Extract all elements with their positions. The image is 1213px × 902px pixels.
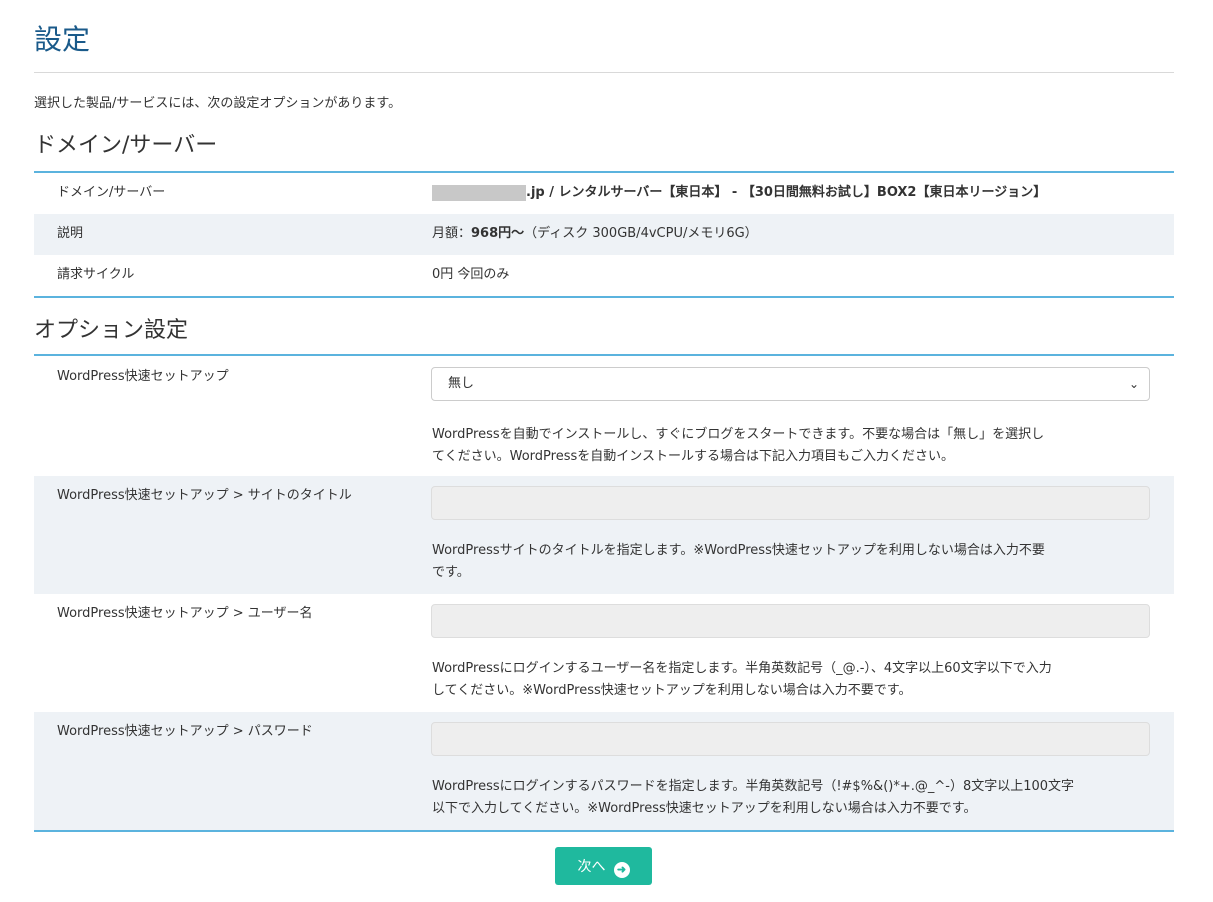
wp-password-row: WordPress快速セットアップ > パスワード WordPressにログイン… (34, 712, 1174, 830)
description-spec: （ディスク 300GB/4vCPU/メモリ6G） (524, 226, 758, 241)
wp-site-title-input[interactable] (431, 486, 1150, 520)
domain-section-heading: ドメイン/サーバー (34, 133, 218, 158)
wp-password-label: WordPress快速セットアップ > パスワード (57, 724, 313, 739)
wp-site-title-help-line1: WordPressサイトのタイトルを指定します。※WordPress快速セットア… (432, 543, 1045, 558)
arrow-circle-right-icon: ➜ (613, 862, 630, 878)
wp-setup-select[interactable]: 無し ⌄ (431, 367, 1150, 401)
wp-setup-help-line2: てください。WordPressを自動インストールする場合は下記入力項目もご入力く… (432, 449, 954, 464)
wp-site-title-help: WordPressサイトのタイトルを指定します。※WordPress快速セットア… (432, 540, 1152, 584)
wp-username-help-line1: WordPressにログインするユーザー名を指定します。半角英数記号（_@.-）… (432, 661, 1052, 676)
wp-username-label: WordPress快速セットアップ > ユーザー名 (57, 606, 313, 621)
wp-site-title-label: WordPress快速セットアップ > サイトのタイトル (57, 488, 352, 503)
wp-password-help-line1: WordPressにログインするパスワードを指定します。半角英数記号（!#$%&… (432, 779, 1075, 794)
wp-setup-help-line1: WordPressを自動でインストールし、すぐにブログをスタートできます。不要な… (432, 427, 1045, 442)
domain-section-bottom-rule (34, 296, 1174, 298)
wp-site-title-help-line2: です。 (432, 565, 470, 580)
wp-username-help-line2: してください。※WordPress快速セットアップを利用しない場合は入力不要です… (432, 683, 912, 698)
domain-value: .jp / レンタルサーバー【東日本】 - 【30日間無料お試し】BOX2【東日… (432, 183, 1046, 203)
wp-setup-help: WordPressを自動でインストールし、すぐにブログをスタートできます。不要な… (432, 424, 1152, 468)
wp-setup-row: WordPress快速セットアップ 無し ⌄ WordPressを自動でインスト… (34, 356, 1174, 476)
wp-password-input[interactable] (431, 722, 1150, 756)
wp-setup-selected-value: 無し (448, 376, 475, 391)
wp-password-help: WordPressにログインするパスワードを指定します。半角英数記号（!#$%&… (432, 776, 1152, 820)
intro-text: 選択した製品/サービスには、次の設定オプションがあります。 (34, 96, 402, 111)
options-section-heading: オプション設定 (34, 318, 189, 343)
title-divider (34, 72, 1174, 73)
domain-label: ドメイン/サーバー (57, 185, 166, 200)
wp-setup-label: WordPress快速セットアップ (57, 369, 229, 384)
wp-site-title-row: WordPress快速セットアップ > サイトのタイトル WordPressサイ… (34, 476, 1174, 594)
domain-row: ドメイン/サーバー .jp / レンタルサーバー【東日本】 - 【30日間無料お… (34, 173, 1174, 214)
redacted-domain (432, 184, 526, 201)
description-label: 説明 (57, 226, 84, 241)
next-button[interactable]: 次へ ➜ (555, 847, 652, 885)
settings-page: 設定 選択した製品/サービスには、次の設定オプションがあります。 ドメイン/サー… (0, 0, 1213, 902)
wp-username-input[interactable] (431, 604, 1150, 638)
wp-username-help: WordPressにログインするユーザー名を指定します。半角英数記号（_@.-）… (432, 658, 1152, 702)
wp-username-row: WordPress快速セットアップ > ユーザー名 WordPressにログイン… (34, 594, 1174, 712)
billing-cycle-row: 請求サイクル 0円 今回のみ (34, 255, 1174, 296)
description-row: 説明 月額：968円〜（ディスク 300GB/4vCPU/メモリ6G） (34, 214, 1174, 255)
billing-cycle-label: 請求サイクル (57, 267, 135, 282)
page-title: 設定 (34, 23, 91, 56)
chevron-down-icon: ⌄ (1128, 377, 1139, 391)
description-price: 968円〜 (471, 226, 525, 241)
options-section-bottom-rule (34, 830, 1174, 832)
description-value: 月額：968円〜（ディスク 300GB/4vCPU/メモリ6G） (432, 224, 758, 244)
description-prefix: 月額： (432, 226, 472, 241)
billing-cycle-value: 0円 今回のみ (432, 267, 510, 282)
wp-password-help-line2: 以下で入力してください。※WordPress快速セットアップを利用しない場合は入… (432, 801, 977, 816)
next-button-label: 次へ (577, 858, 606, 874)
domain-value-text: .jp / レンタルサーバー【東日本】 - 【30日間無料お試し】BOX2【東日… (526, 185, 1047, 200)
